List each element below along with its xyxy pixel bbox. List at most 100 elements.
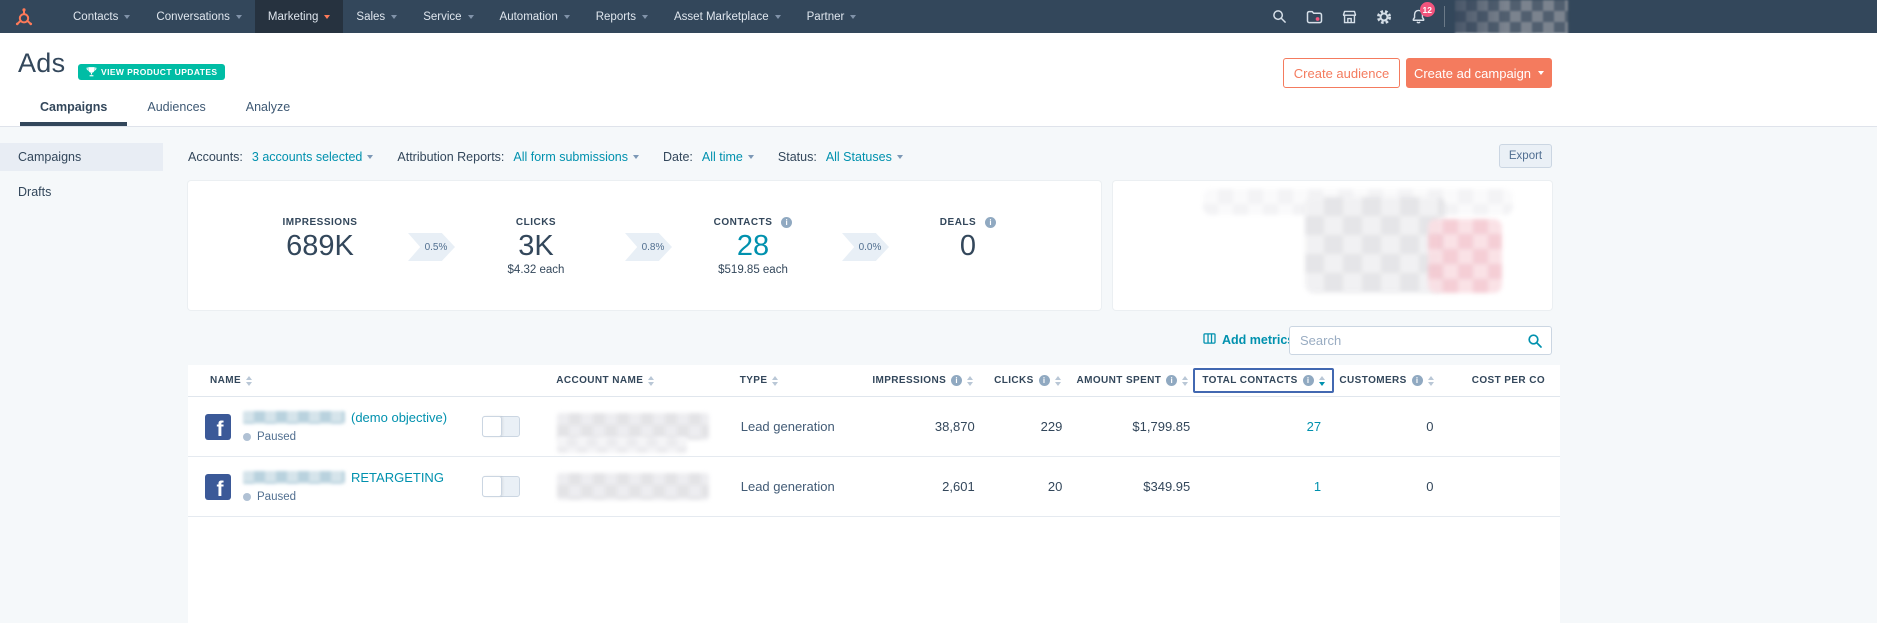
campaign-on-off-toggle[interactable] xyxy=(482,416,521,437)
attribution-filter-label: Attribution Reports: xyxy=(397,150,505,164)
conversion-rate-arrow: 0.0% xyxy=(842,233,889,261)
customers-cell: 0 xyxy=(1426,479,1434,494)
search-icon[interactable] xyxy=(1527,333,1543,354)
sidebar-item-drafts[interactable]: Drafts xyxy=(0,178,163,206)
account-name-cell xyxy=(556,473,741,500)
info-icon[interactable] xyxy=(951,375,963,386)
column-header-amount-spent[interactable]: AMOUNT SPENT xyxy=(1066,375,1194,386)
top-nav: Contacts Conversations Marketing Sales S… xyxy=(0,0,1877,33)
search-input[interactable] xyxy=(1290,327,1551,354)
type-cell: Lead generation xyxy=(740,419,835,434)
add-metrics-link[interactable]: Add metrics xyxy=(1203,333,1294,347)
info-icon[interactable] xyxy=(1411,375,1423,386)
column-header-clicks[interactable]: CLICKS xyxy=(985,375,1066,386)
redacted-chart-blur xyxy=(1305,197,1445,293)
sort-icon[interactable] xyxy=(246,375,253,386)
chevron-down-icon xyxy=(1538,71,1545,75)
nav-item-conversations[interactable]: Conversations xyxy=(143,0,255,33)
export-button[interactable]: Export xyxy=(1499,144,1552,168)
metric-contacts: CONTACTS 28 $519.85 each xyxy=(673,217,833,277)
conversion-rate-arrow: 0.5% xyxy=(408,233,455,261)
conversion-rate-arrow: 0.8% xyxy=(625,233,672,261)
attribution-filter-dropdown[interactable]: All form submissions xyxy=(513,150,640,164)
chevron-down-icon xyxy=(633,155,640,159)
tab-analyze[interactable]: Analyze xyxy=(226,92,310,126)
toggle-cell xyxy=(482,416,557,437)
campaign-link[interactable]: RETARGETING xyxy=(351,470,444,485)
sort-icon[interactable] xyxy=(772,375,779,386)
info-icon[interactable] xyxy=(1302,375,1314,386)
tab-campaigns[interactable]: Campaigns xyxy=(20,92,128,126)
nav-item-contacts[interactable]: Contacts xyxy=(60,0,143,33)
chevron-down-icon xyxy=(747,155,754,159)
search-icon[interactable] xyxy=(1272,9,1287,24)
campaign-name-redacted xyxy=(243,471,345,484)
info-icon[interactable] xyxy=(1166,375,1178,386)
nav-item-reports[interactable]: Reports xyxy=(583,0,661,33)
tab-audiences[interactable]: Audiences xyxy=(127,92,225,126)
chevron-down-icon xyxy=(235,14,242,19)
hubspot-sprocket-logo[interactable] xyxy=(14,7,34,27)
status-filter-dropdown[interactable]: All Statuses xyxy=(826,150,903,164)
clicks-value: 3K xyxy=(518,230,554,262)
column-header-total-contacts[interactable]: TOTAL CONTACTS xyxy=(1193,368,1341,393)
chevron-down-icon xyxy=(367,155,374,159)
view-product-updates-badge[interactable]: VIEW PRODUCT UPDATES xyxy=(78,64,226,80)
column-header-account-name[interactable]: ACCOUNT NAME xyxy=(556,375,739,386)
nav-item-sales[interactable]: Sales xyxy=(343,0,410,33)
nav-item-marketing[interactable]: Marketing xyxy=(254,0,344,33)
column-header-name[interactable]: NAME xyxy=(188,375,482,386)
campaigns-table: NAME ACCOUNT NAME TYPE IMPRESSIONS CLICK… xyxy=(188,365,1560,623)
account-name-redacted xyxy=(556,473,709,500)
column-header-type[interactable]: TYPE xyxy=(740,375,870,386)
marketplace-icon[interactable] xyxy=(1342,10,1357,24)
sort-icon[interactable] xyxy=(967,375,974,386)
chevron-down-icon xyxy=(563,14,570,19)
nav-item-asset-marketplace[interactable]: Asset Marketplace xyxy=(661,0,794,33)
total-contacts-link[interactable]: 1 xyxy=(1314,479,1321,494)
nav-item-service[interactable]: Service xyxy=(410,0,486,33)
campaign-on-off-toggle[interactable] xyxy=(482,476,521,497)
column-header-impressions[interactable]: IMPRESSIONS xyxy=(870,375,985,386)
account-name-redacted xyxy=(556,413,709,440)
settings-gear-icon[interactable] xyxy=(1376,9,1392,25)
contacts-value: 28 xyxy=(736,230,770,262)
nav-item-partner[interactable]: Partner xyxy=(794,0,870,33)
metric-impressions: IMPRESSIONS 689K xyxy=(240,217,400,277)
column-header-customers[interactable]: CUSTOMERS xyxy=(1339,375,1442,386)
folder-icon[interactable] xyxy=(1306,10,1323,24)
nav-divider xyxy=(1444,6,1445,27)
sort-icon-active[interactable] xyxy=(1318,375,1325,386)
accounts-filter-dropdown[interactable]: 3 accounts selected xyxy=(252,150,374,164)
nav-icon-cluster: 12 xyxy=(1272,0,1435,33)
nav-item-automation[interactable]: Automation xyxy=(487,0,583,33)
column-header-cost-per-contact[interactable]: COST PER CO xyxy=(1442,375,1560,386)
total-contacts-link[interactable]: 27 xyxy=(1307,419,1321,434)
clicks-cost-each: $4.32 each xyxy=(507,264,565,276)
sort-icon[interactable] xyxy=(1182,375,1189,386)
chevron-down-icon xyxy=(774,14,781,19)
attribution-filter: Attribution Reports: All form submission… xyxy=(397,150,640,164)
date-filter-dropdown[interactable]: All time xyxy=(702,150,754,164)
page-title: Ads xyxy=(18,48,66,78)
chevron-down-icon xyxy=(467,14,474,19)
info-icon[interactable] xyxy=(1038,375,1050,386)
notifications-bell-icon[interactable]: 12 xyxy=(1411,2,1435,24)
date-filter: Date: All time xyxy=(663,150,754,164)
sort-icon[interactable] xyxy=(1054,375,1061,386)
create-ad-campaign-button[interactable]: Create ad campaign xyxy=(1406,58,1552,88)
info-icon[interactable] xyxy=(985,217,997,228)
redacted-chart-blur xyxy=(1428,219,1502,293)
customers-cell: 0 xyxy=(1426,419,1434,434)
accounts-filter-label: Accounts: xyxy=(188,150,243,164)
page-header: Ads VIEW PRODUCT UPDATES Create audience… xyxy=(0,33,1877,127)
create-audience-button[interactable]: Create audience xyxy=(1283,58,1400,88)
sort-icon[interactable] xyxy=(648,375,655,386)
sort-icon[interactable] xyxy=(1427,375,1434,386)
add-metrics-icon xyxy=(1203,333,1216,347)
info-icon[interactable] xyxy=(781,217,793,228)
campaign-link[interactable]: (demo objective) xyxy=(351,410,447,425)
status-badge: Paused xyxy=(257,491,297,503)
amount-spent-cell: $1,799.85 xyxy=(1132,419,1191,434)
sidebar-item-campaigns[interactable]: Campaigns xyxy=(0,143,163,171)
